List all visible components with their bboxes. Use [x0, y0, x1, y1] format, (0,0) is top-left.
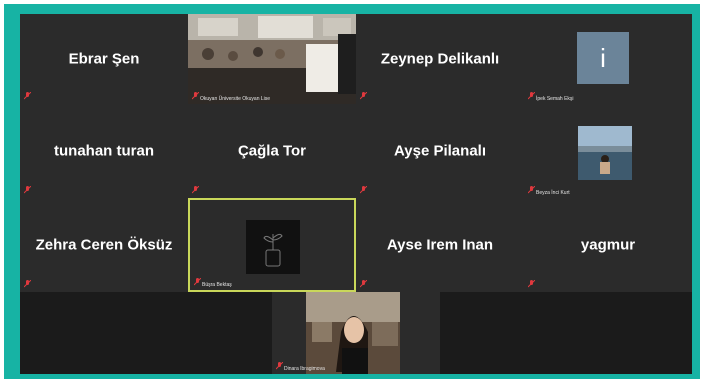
participant-tile-zeynep[interactable]: Zeynep Delikanlı: [356, 14, 524, 104]
sea-photo: [578, 126, 632, 180]
person-video: [306, 292, 400, 374]
microphone-muted-icon: [360, 280, 367, 288]
microphone-muted-icon: [360, 92, 367, 100]
microphone-muted-icon: [192, 186, 199, 194]
participant-name: Ayşe Pilanalı: [394, 142, 486, 160]
participant-tile-dinara[interactable]: Dinara Ibragimova: [272, 292, 440, 374]
participant-tile-tunahan[interactable]: tunahan turan: [20, 104, 188, 198]
participant-tile-ebrar[interactable]: Ebrar Şen: [20, 14, 188, 104]
participant-tile-beyza[interactable]: Beyza İnci Kurt: [524, 104, 692, 198]
participant-name: yagmur: [580, 236, 636, 254]
participant-tile-ipek[interactable]: i İpek Semah Ekşi: [524, 14, 692, 104]
microphone-muted-icon: [528, 92, 535, 100]
participant-tile-cagla[interactable]: Çağla Tor: [188, 104, 356, 198]
participant-tile-ayse-i[interactable]: Ayse Irem Inan: [356, 198, 524, 292]
microphone-muted-icon: [192, 92, 199, 100]
participant-name: Ayse Irem Inan: [386, 236, 494, 254]
participant-label: Okuyan Üniversite Okuyan Lise: [200, 96, 271, 102]
participant-tile-okuyan[interactable]: Okuyan Üniversite Okuyan Lise: [188, 14, 356, 104]
microphone-muted-icon: [360, 186, 367, 194]
participant-name: Zeynep Delikanlı: [380, 50, 500, 68]
participant-label: Büşra Bektaş: [202, 282, 232, 288]
microphone-muted-icon: [528, 186, 535, 194]
participant-name: Çağla Tor: [237, 142, 307, 160]
plant-avatar: [246, 220, 300, 274]
video-gallery-grid: Ebrar Şen Okuyan Üniversite Okuyan Lise …: [20, 14, 692, 374]
participant-tile-busra[interactable]: Büşra Bektaş: [188, 198, 356, 292]
participant-name: Zehra Ceren Öksüz: [35, 236, 173, 254]
participant-name: tunahan turan: [54, 142, 154, 160]
screenshot-frame: Ebrar Şen Okuyan Üniversite Okuyan Lise …: [4, 4, 700, 379]
microphone-muted-icon: [24, 280, 31, 288]
participant-label: Beyza İnci Kurt: [536, 190, 570, 196]
microphone-muted-icon: [276, 362, 283, 370]
participant-name: Ebrar Şen: [68, 50, 140, 68]
participant-tile-yagmur[interactable]: yagmur: [524, 198, 692, 292]
microphone-muted-icon: [194, 278, 201, 286]
participant-tile-ayse-p[interactable]: Ayşe Pilanalı: [356, 104, 524, 198]
microphone-muted-icon: [24, 186, 31, 194]
avatar: i: [577, 32, 629, 84]
participant-label: İpek Semah Ekşi: [536, 96, 574, 102]
microphone-muted-icon: [24, 92, 31, 100]
microphone-muted-icon: [528, 280, 535, 288]
classroom-video: [188, 14, 356, 104]
participant-label: Dinara Ibragimova: [284, 366, 325, 372]
participant-tile-zehra[interactable]: Zehra Ceren Öksüz: [20, 198, 188, 292]
